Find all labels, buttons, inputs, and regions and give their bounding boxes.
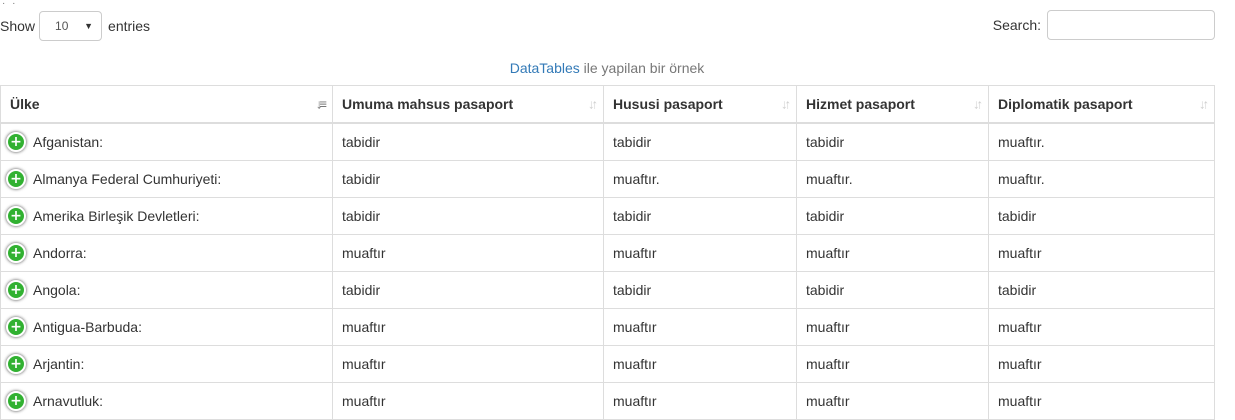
country-name: Afganistan:: [33, 134, 104, 150]
sort-both-icon: ↓↑: [973, 96, 983, 112]
column-header-label: Umuma mahsus pasaport: [342, 96, 514, 112]
chevron-down-icon: ▼: [84, 21, 94, 31]
table-cell: muaftır: [796, 345, 989, 383]
table-cell: tabidir: [332, 160, 604, 198]
table-row: + Afganistan: tabidir tabidir tabidir mua…: [0, 122, 1215, 161]
table-cell: tabidir: [332, 197, 604, 235]
table-cell: muaftır: [603, 345, 797, 383]
table-cell: muaftır: [332, 234, 604, 272]
table-caption: DataTables ile yapilan bir örnek: [0, 60, 1214, 76]
search-filter: Search:: [993, 10, 1215, 40]
column-header-label: Ülke: [10, 96, 40, 112]
country-name: Arjantin:: [33, 356, 85, 372]
search-label: Search:: [992, 17, 1041, 33]
table-cell: muaftır.: [603, 160, 797, 198]
column-header-label: Hususi pasaport: [613, 96, 723, 112]
plus-circle-icon[interactable]: +: [6, 391, 26, 411]
table-cell: muaftır: [332, 345, 604, 383]
table-row: + Angola: tabidir tabidir tabidir tabidir: [0, 271, 1215, 309]
table-cell: muaftır.: [988, 160, 1215, 198]
plus-circle-icon[interactable]: +: [6, 243, 26, 263]
decorative-dots: · ·: [2, 0, 18, 9]
column-header-diplomatik[interactable]: Diplomatik pasaport ↓↑: [988, 85, 1215, 124]
table-cell: tabidir: [796, 197, 989, 235]
country-cell[interactable]: + Angola:: [0, 271, 333, 309]
country-cell[interactable]: + Amerika Birleşik Devletleri:: [0, 197, 333, 235]
passport-table: Ülke ↓≡ Umuma mahsus pasaport ↓↑ Hususi pa…: [0, 85, 1215, 420]
table-cell: muaftır: [796, 234, 989, 272]
country-cell[interactable]: + Arnavutluk:: [0, 382, 333, 420]
column-header-ulke[interactable]: Ülke ↓≡: [0, 85, 333, 124]
column-header-label: Hizmet pasaport: [806, 96, 915, 112]
datatables-link[interactable]: DataTables: [510, 60, 580, 76]
table-cell: tabidir: [603, 197, 797, 235]
country-name: Almanya Federal Cumhuriyeti:: [33, 171, 222, 187]
column-header-hizmet[interactable]: Hizmet pasaport ↓↑: [796, 85, 989, 124]
sort-both-icon: ↓↑: [1199, 96, 1209, 112]
country-cell[interactable]: + Arjantin:: [0, 345, 333, 383]
plus-circle-icon[interactable]: +: [6, 280, 26, 300]
country-cell[interactable]: + Andorra:: [0, 234, 333, 272]
table-cell: muaftır.: [988, 122, 1215, 161]
column-header-umuma[interactable]: Umuma mahsus pasaport ↓↑: [332, 85, 604, 124]
table-cell: muaftır: [332, 382, 604, 420]
table-row: + Amerika Birleşik Devletleri: tabidir ta…: [0, 197, 1215, 235]
table-cell: muaftır: [603, 382, 797, 420]
country-cell[interactable]: + Antigua-Barbuda:: [0, 308, 333, 346]
table-cell: tabidir: [603, 122, 797, 161]
entries-select[interactable]: 10 ▼: [39, 11, 103, 41]
table-cell: muaftır: [603, 308, 797, 346]
table-cell: muaftır: [332, 308, 604, 346]
sort-both-icon: ↓↑: [588, 96, 598, 112]
country-cell[interactable]: + Almanya Federal Cumhuriyeti:: [0, 160, 333, 198]
table-header-row: Ülke ↓≡ Umuma mahsus pasaport ↓↑ Hususi pa…: [0, 85, 1215, 124]
sort-both-icon: ↓↑: [781, 96, 791, 112]
plus-circle-icon[interactable]: +: [6, 169, 26, 189]
table-cell: muaftır: [988, 345, 1215, 383]
search-input[interactable]: [1047, 10, 1215, 40]
caption-text: ile yapilan bir örnek: [579, 60, 705, 76]
plus-circle-icon[interactable]: +: [6, 132, 26, 152]
table-row: + Arnavutluk: muaftır muaftır muaftır mua…: [0, 382, 1215, 420]
table-cell: muaftır: [796, 308, 989, 346]
entries-select-value: 10: [55, 19, 69, 33]
country-name: Antigua-Barbuda:: [33, 319, 142, 335]
plus-circle-icon[interactable]: +: [6, 317, 26, 337]
sort-ascending-icon: ↓≡: [315, 96, 327, 112]
country-name: Angola:: [33, 282, 81, 298]
plus-circle-icon[interactable]: +: [6, 206, 26, 226]
show-label: Show: [0, 18, 36, 34]
table-cell: muaftır: [988, 308, 1215, 346]
column-header-label: Diplomatik pasaport: [998, 96, 1133, 112]
table-cell: muaftır: [796, 382, 989, 420]
table-cell: tabidir: [988, 271, 1215, 309]
country-name: Andorra:: [33, 245, 87, 261]
entries-length-control: Show 10 ▼ entries: [0, 11, 151, 41]
table-row: + Arjantin: muaftır muaftır muaftır muaft…: [0, 345, 1215, 383]
column-header-hususi[interactable]: Hususi pasaport ↓↑: [603, 85, 797, 124]
table-row: + Andorra: muaftır muaftır muaftır muaftı…: [0, 234, 1215, 272]
table-cell: muaftır: [988, 234, 1215, 272]
table-cell: tabidir: [332, 122, 604, 161]
plus-circle-icon[interactable]: +: [6, 354, 26, 374]
table-row: + Antigua-Barbuda: muaftır muaftır muaftı…: [0, 308, 1215, 346]
table-cell: tabidir: [796, 122, 989, 161]
country-name: Amerika Birleşik Devletleri:: [33, 208, 200, 224]
table-cell: muaftır: [988, 382, 1215, 420]
table-cell: tabidir: [603, 271, 797, 309]
table-cell: muaftır: [603, 234, 797, 272]
entries-label: entries: [108, 18, 151, 34]
table-cell: muaftır.: [796, 160, 989, 198]
table-row: + Almanya Federal Cumhuriyeti: tabidir mu…: [0, 160, 1215, 198]
table-cell: tabidir: [332, 271, 604, 309]
table-cell: tabidir: [796, 271, 989, 309]
table-cell: tabidir: [988, 197, 1215, 235]
country-cell[interactable]: + Afganistan:: [0, 122, 333, 161]
